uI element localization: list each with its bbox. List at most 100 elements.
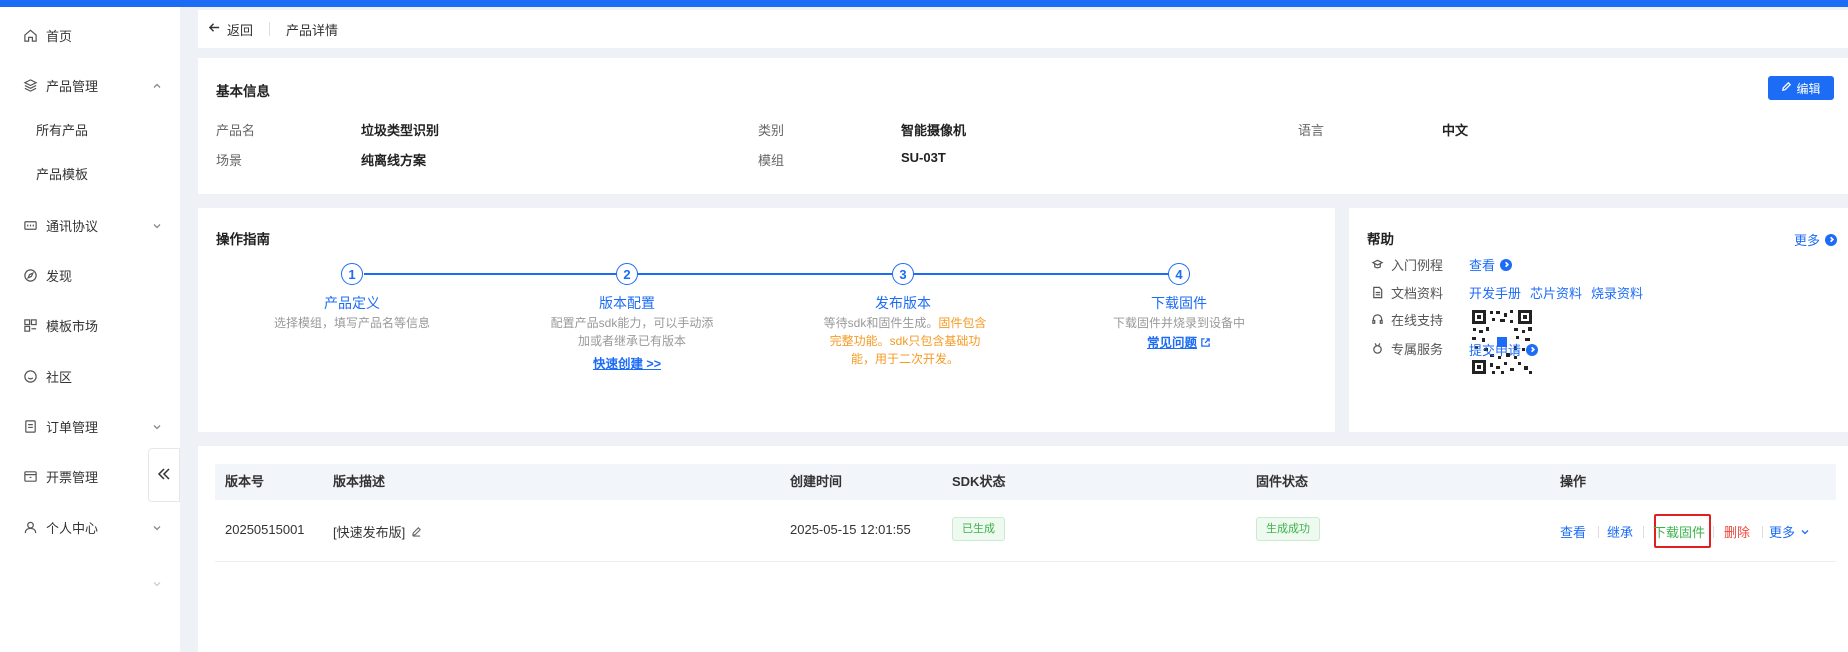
template-icon [22, 317, 38, 333]
column-header: 版本号 [225, 474, 265, 489]
step-description: 下载固件并烧录到设备中 [1112, 316, 1245, 330]
external-link-icon [1197, 336, 1211, 350]
sidebar-item-label: 订单管理 [46, 419, 99, 435]
sidebar-item-template-market[interactable]: 模板市场 [0, 305, 180, 345]
chevron-down-icon [152, 219, 162, 229]
divider [269, 22, 271, 36]
sidebar-item-community[interactable]: 社区 [0, 356, 180, 396]
table-header: 版本号 版本描述 创建时间 SDK状态 固件状态 操作 [215, 464, 1836, 500]
sidebar-item-order-management[interactable]: 订单管理 [0, 406, 180, 446]
sidebar-item-label: 首页 [46, 28, 73, 44]
sidebar-item-label: 个人中心 [46, 520, 99, 536]
double-chevron-left-icon [156, 466, 172, 485]
help-card: 帮助 更多 入门例程 查看 文档资料 开发手册 芯片资料 烧录资料 在线支持 专… [1349, 208, 1848, 432]
column-header: 创建时间 [790, 474, 843, 489]
user-icon [22, 519, 38, 535]
home-icon [22, 27, 38, 43]
compass-icon [22, 267, 38, 283]
chevron-right-icon [1825, 233, 1838, 246]
pencil-icon [1781, 81, 1796, 95]
chevron-down-icon [152, 521, 162, 531]
chevron-right-icon [1500, 258, 1513, 271]
invoice-icon [22, 468, 38, 484]
edit-description-pencil-icon[interactable] [411, 526, 422, 537]
column-header: 操作 [1560, 474, 1587, 489]
divider [1713, 526, 1714, 538]
field-label: 模组 [758, 153, 785, 168]
sidebar-subitem-product-templates[interactable]: 产品模板 [0, 155, 180, 191]
help-row-documents: 文档资料 [1371, 283, 1443, 302]
sidebar-item-product-management[interactable]: 产品管理 [0, 65, 180, 105]
help-row-dedicated-service: 专属服务 [1371, 339, 1443, 358]
view-tutorial-link[interactable]: 查看 [1469, 255, 1513, 274]
step-title: 产品定义 [324, 295, 380, 311]
more-actions-dropdown[interactable]: 更多 [1769, 522, 1810, 541]
steps-connector [364, 273, 1190, 275]
sidebar: 首页 产品管理 所有产品 产品模板 通讯协议 发现 模板市场 社区 订单管理 开… [0, 7, 180, 652]
divider [1598, 526, 1599, 538]
column-header: SDK状态 [952, 474, 1006, 489]
operation-guide-card: 操作指南 1 产品定义 选择模组，填写产品名等信息 2 版本配置 配置产品sdk… [198, 208, 1335, 432]
column-header: 固件状态 [1256, 474, 1309, 489]
module-value: SU-03T [901, 150, 946, 165]
faq-link[interactable]: 常见问题 [1079, 332, 1279, 351]
field-label: 场景 [216, 153, 243, 168]
step-title: 版本配置 [599, 295, 655, 311]
sidebar-item-discover[interactable]: 发现 [0, 255, 180, 295]
help-row-getting-started: 入门例程 [1371, 255, 1443, 274]
collapse-sidebar-button[interactable] [148, 448, 180, 502]
sidebar-item-label: 模板市场 [46, 318, 99, 334]
page-header: 返回 产品详情 [198, 10, 1848, 48]
created-time-cell: 2025-05-15 12:01:55 [790, 522, 911, 537]
help-row-online-support: 在线支持 [1371, 310, 1443, 329]
sidebar-subitem-all-products[interactable]: 所有产品 [0, 111, 180, 147]
sidebar-item-label: 通讯协议 [46, 218, 99, 234]
divider [1762, 526, 1763, 538]
section-title: 基本信息 [216, 84, 270, 99]
step-number: 3 [892, 263, 914, 285]
delete-button[interactable]: 删除 [1724, 522, 1750, 541]
sidebar-item-protocol[interactable]: 通讯协议 [0, 205, 180, 245]
inherit-button[interactable]: 继承 [1607, 522, 1633, 541]
basic-info-card: 基本信息 编辑 产品名 垃圾类型识别 类别 智能摄像机 语言 中文 场景 纯离线… [198, 58, 1848, 194]
headset-icon [1371, 313, 1385, 327]
sidebar-item-home[interactable]: 首页 [0, 15, 180, 55]
sidebar-item-label: 发现 [46, 268, 73, 284]
help-more-link[interactable]: 更多 [1794, 230, 1838, 249]
chip-docs-link[interactable]: 芯片资料 [1530, 283, 1582, 302]
version-number-cell: 20250515001 [225, 522, 305, 537]
divider [1643, 526, 1644, 538]
document-icon [1371, 286, 1385, 300]
chevron-right-icon [1526, 343, 1539, 356]
sidebar-item-label: 开票管理 [46, 469, 99, 485]
layers-icon [22, 77, 38, 93]
medal-icon [1371, 342, 1385, 356]
chevron-up-icon [152, 79, 162, 89]
sidebar-item-personal-center[interactable]: 个人中心 [0, 507, 180, 547]
submit-application-link[interactable]: 提交申请 [1469, 340, 1539, 359]
dev-manual-link[interactable]: 开发手册 [1469, 283, 1521, 302]
edit-button[interactable]: 编辑 [1768, 76, 1834, 100]
step-description: 等待sdk和固件生成。固件包含完整功能。sdk只包含基础功能，用于二次开发。 [823, 316, 987, 366]
chevron-down-icon [152, 577, 162, 587]
back-button[interactable]: 返回 [208, 20, 253, 39]
page-title: 产品详情 [286, 22, 339, 38]
row-divider [215, 561, 1836, 562]
scene-value: 纯离线方案 [361, 153, 427, 168]
quick-create-link[interactable]: 快速创建 >> [527, 353, 727, 372]
chevron-down-icon [1800, 527, 1810, 537]
arrow-left-icon [208, 21, 227, 37]
flash-docs-link[interactable]: 烧录资料 [1591, 283, 1643, 302]
column-header: 版本描述 [333, 474, 386, 489]
sidebar-item-label: 社区 [46, 369, 73, 385]
category-value: 智能摄像机 [901, 123, 967, 138]
step-description: 配置产品sdk能力，可以手动添加或者继承已有版本 [550, 316, 714, 348]
sdk-status-badge: 已生成 [952, 517, 1005, 541]
community-icon [22, 368, 38, 384]
view-button[interactable]: 查看 [1560, 522, 1586, 541]
field-label: 语言 [1298, 123, 1325, 138]
step-description: 选择模组，填写产品名等信息 [273, 316, 430, 330]
download-firmware-button[interactable]: 下载固件 [1653, 522, 1705, 541]
step-number: 4 [1168, 263, 1190, 285]
field-label: 产品名 [216, 123, 256, 138]
